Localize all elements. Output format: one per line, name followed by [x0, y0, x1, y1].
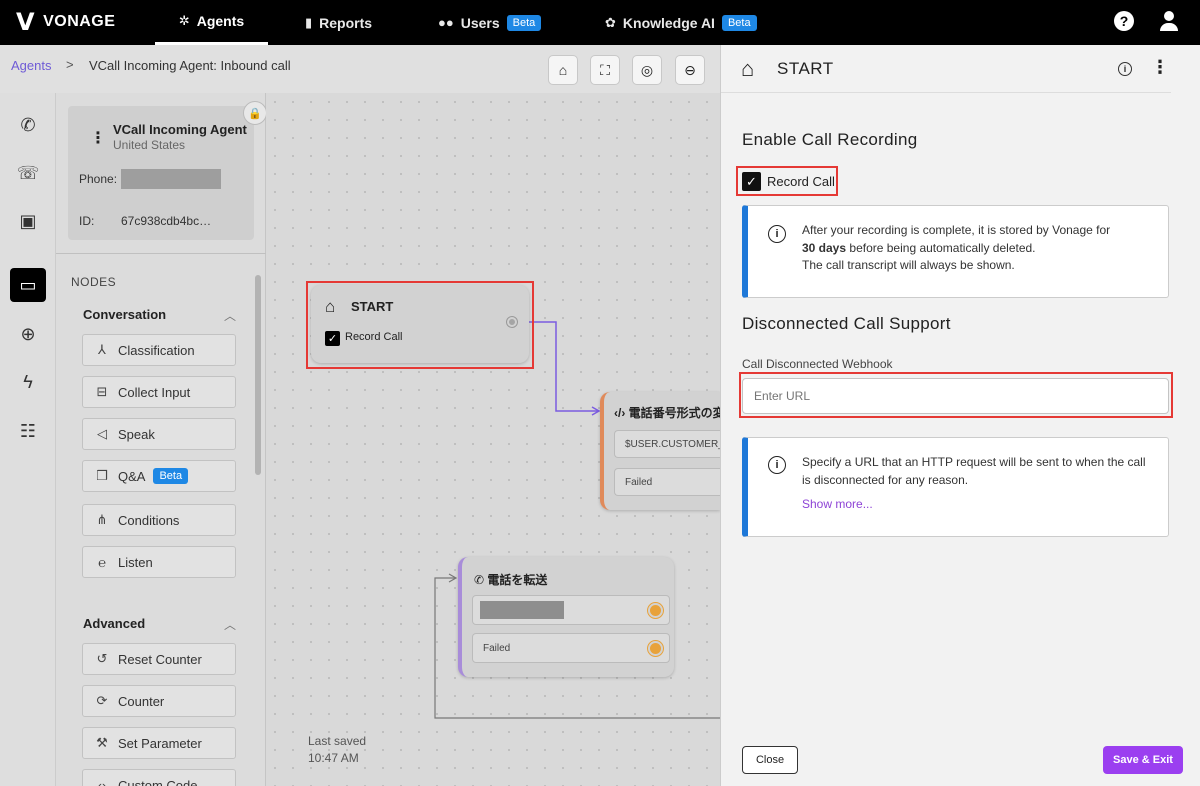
user-account-icon[interactable]	[1158, 10, 1180, 32]
panel-title: START	[777, 59, 834, 78]
recording-heading: Enable Call Recording	[742, 130, 918, 149]
transfer-failed-label: Failed	[483, 643, 511, 654]
panel-header: ⌂ START i ⋮	[721, 45, 1171, 93]
recording-note-text: After your recording is complete, it is …	[802, 222, 1152, 275]
conversion-node-title: 電話番号形式の変	[628, 406, 724, 420]
redacted-value	[480, 601, 564, 619]
transfer-row-failed[interactable]: Failed	[472, 633, 670, 663]
highlight-record-call	[736, 166, 838, 196]
node-settings-panel: ⌂ START i ⋮ Enable Call Recording ✓ Reco…	[720, 45, 1200, 786]
last-saved-label: Last saved	[308, 734, 367, 748]
recording-note-line3: The call transcript will always be shown…	[802, 258, 1015, 272]
webhook-info-note: i Specify a URL that an HTTP request wil…	[742, 437, 1169, 537]
output-port[interactable]	[650, 605, 661, 616]
conversion-row-failed[interactable]: Failed	[614, 468, 724, 496]
recording-note-line1: After your recording is complete, it is …	[802, 223, 1111, 237]
info-icon: i	[768, 225, 786, 243]
last-saved-time: 10:47 AM	[308, 751, 359, 765]
phone-transfer-icon: ✆	[474, 573, 485, 587]
last-saved-status: Last saved 10:47 AM	[308, 733, 366, 767]
highlight-start-node	[306, 281, 534, 369]
code-node-title: ‹/› 電話番号形式の変	[614, 406, 724, 420]
more-options-icon[interactable]: ⋮	[1151, 57, 1169, 78]
show-more-link[interactable]: Show more...	[802, 496, 1152, 514]
transfer-row-target[interactable]	[472, 595, 670, 625]
transfer-node-header: ✆ 電話を転送	[474, 571, 547, 588]
help-icon[interactable]: ?	[1114, 11, 1134, 31]
save-and-exit-button[interactable]: Save & Exit	[1103, 746, 1183, 774]
highlight-webhook-input	[739, 372, 1173, 418]
recording-note-line2: before being automatically deleted.	[849, 240, 1036, 255]
transfer-call-node[interactable]: ✆ 電話を転送 Failed	[458, 557, 674, 677]
output-port[interactable]	[650, 643, 661, 654]
conversion-row-success[interactable]: $USER.CUSTOMER_	[614, 430, 724, 458]
format-conversion-node[interactable]: ‹/› 電話番号形式の変 $USER.CUSTOMER_ Failed	[600, 392, 724, 510]
disconnect-heading: Disconnected Call Support	[742, 314, 951, 333]
beta-badge: Beta	[721, 14, 757, 31]
info-icon[interactable]: i	[1118, 62, 1132, 76]
close-button[interactable]: Close	[742, 746, 798, 774]
recording-note-days: 30 days	[802, 240, 847, 255]
webhook-label: Call Disconnected Webhook	[742, 357, 893, 371]
recording-info-note: i After your recording is complete, it i…	[742, 205, 1169, 298]
transfer-node-title: 電話を転送	[487, 573, 548, 587]
info-icon: i	[768, 456, 786, 474]
webhook-note-text: Specify a URL that an HTTP request will …	[802, 455, 1146, 487]
home-icon: ⌂	[741, 56, 755, 81]
